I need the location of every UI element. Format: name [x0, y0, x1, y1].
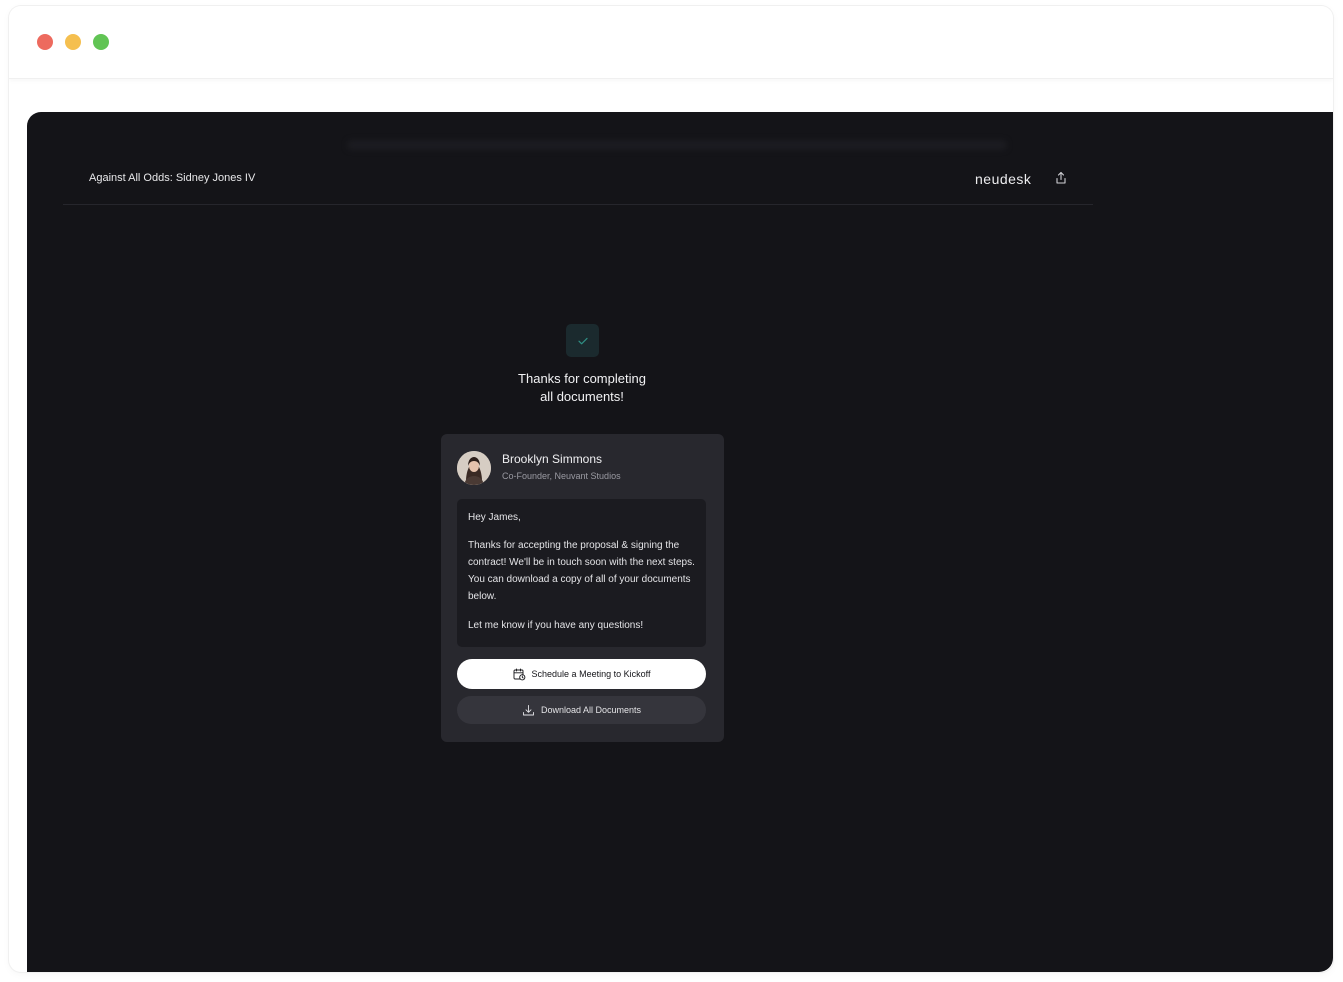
download-documents-label: Download All Documents: [540, 705, 642, 715]
message-paragraph: Thanks for accepting the proposal & sign…: [468, 540, 695, 602]
document-title: Against All Odds: Sidney Jones IV: [89, 172, 256, 184]
share-icon: [1056, 171, 1066, 184]
completion-message-line-1: Thanks for completing: [518, 371, 646, 386]
sender-name: Brooklyn Simmons: [502, 452, 603, 466]
brand-logo: neudesk: [975, 171, 1032, 187]
sender-message-card: Brooklyn Simmons Co-Founder, Neuvant Stu…: [441, 434, 724, 742]
avatar: [457, 451, 491, 485]
message-closing: Let me know if you have any questions!: [468, 620, 644, 631]
person-avatar-icon: [457, 451, 491, 485]
completion-message-line-2: all documents!: [540, 389, 624, 404]
message-greeting: Hey James,: [468, 512, 521, 523]
sender-role: Co-Founder, Neuvant Studios: [502, 471, 621, 481]
calendar-clock-icon: [513, 668, 525, 680]
checkmark-icon: [577, 337, 588, 344]
browser-window: Against All Odds: Sidney Jones IV neudes…: [9, 6, 1333, 972]
window-titlebar: [9, 6, 1333, 79]
app-viewport: Against All Odds: Sidney Jones IV neudes…: [27, 112, 1333, 972]
message-body: Hey James, Thanks for accepting the prop…: [457, 499, 706, 647]
maximize-window-button[interactable]: [93, 34, 109, 50]
close-window-button[interactable]: [37, 34, 53, 50]
schedule-meeting-label: Schedule a Meeting to Kickoff: [531, 669, 651, 679]
document-header: Against All Odds: Sidney Jones IV neudes…: [63, 152, 1093, 205]
completed-check-badge: [566, 324, 599, 357]
share-button[interactable]: [1053, 170, 1069, 186]
minimize-window-button[interactable]: [65, 34, 81, 50]
download-documents-button[interactable]: Download All Documents: [457, 696, 706, 724]
schedule-meeting-button[interactable]: Schedule a Meeting to Kickoff: [457, 659, 706, 689]
blurred-background-bar: [347, 140, 1007, 150]
completion-message: Thanks for completing all documents!: [482, 370, 682, 406]
download-icon: [523, 704, 534, 715]
